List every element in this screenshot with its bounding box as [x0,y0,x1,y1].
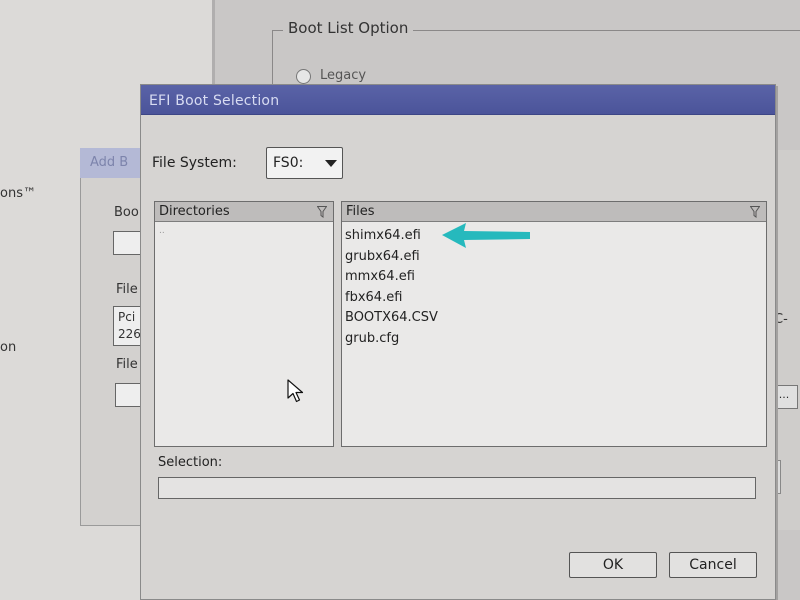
efi-boot-selection-dialog: EFI Boot Selection File System: FS0: Dir… [140,84,776,600]
dialog-title: EFI Boot Selection [149,93,280,109]
background-text-on: on [0,340,17,355]
file-item-grubx64[interactable]: grubx64.efi [345,247,438,268]
dialog-title-bar: EFI Boot Selection [141,85,775,115]
selection-label: Selection: [158,455,223,470]
directories-header: Directories [155,202,333,222]
legacy-radio[interactable] [296,69,311,84]
cancel-button[interactable]: Cancel [669,552,757,578]
file-item-fbx64[interactable]: fbx64.efi [345,288,438,309]
funnel-icon[interactable] [750,206,760,218]
files-header: Files [342,202,766,222]
file-system-label: File System: [152,155,237,171]
boot-list-option-title: Boot List Option [283,19,414,37]
selection-input[interactable] [158,477,756,499]
directories-header-label: Directories [159,204,230,219]
legacy-radio-label: Legacy [320,68,367,83]
directory-item[interactable]: .. [159,226,165,236]
boot-option-name-label: Boo [114,205,139,220]
mouse-pointer-icon [287,379,304,403]
files-header-label: Files [346,204,375,219]
file-item-shimx64[interactable]: shimx64.efi [345,226,438,247]
file-system-dropdown[interactable]: FS0: [266,147,343,179]
file-item-mmx64[interactable]: mmx64.efi [345,267,438,288]
arrow-left-icon [442,223,530,248]
directories-panel[interactable]: Directories .. [154,201,334,447]
file-item-grub-cfg[interactable]: grub.cfg [345,329,438,350]
background-text-options: ons™ [0,186,36,201]
funnel-icon[interactable] [317,206,327,218]
file-system-list-label: File [116,282,138,297]
file-system-line: Pci [118,310,136,324]
file-system-value: FS0: [273,155,304,171]
chevron-down-icon [325,160,337,167]
ok-button[interactable]: OK [569,552,657,578]
files-list: shimx64.efi grubx64.efi mmx64.efi fbx64.… [345,226,438,350]
file-name-label: File [116,357,138,372]
background-text-fragment: C- [774,312,788,327]
files-panel[interactable]: Files shimx64.efi grubx64.efi mmx64.efi … [341,201,767,447]
file-item-bootx64-csv[interactable]: BOOTX64.CSV [345,308,438,329]
file-system-line: 226 [118,327,141,341]
